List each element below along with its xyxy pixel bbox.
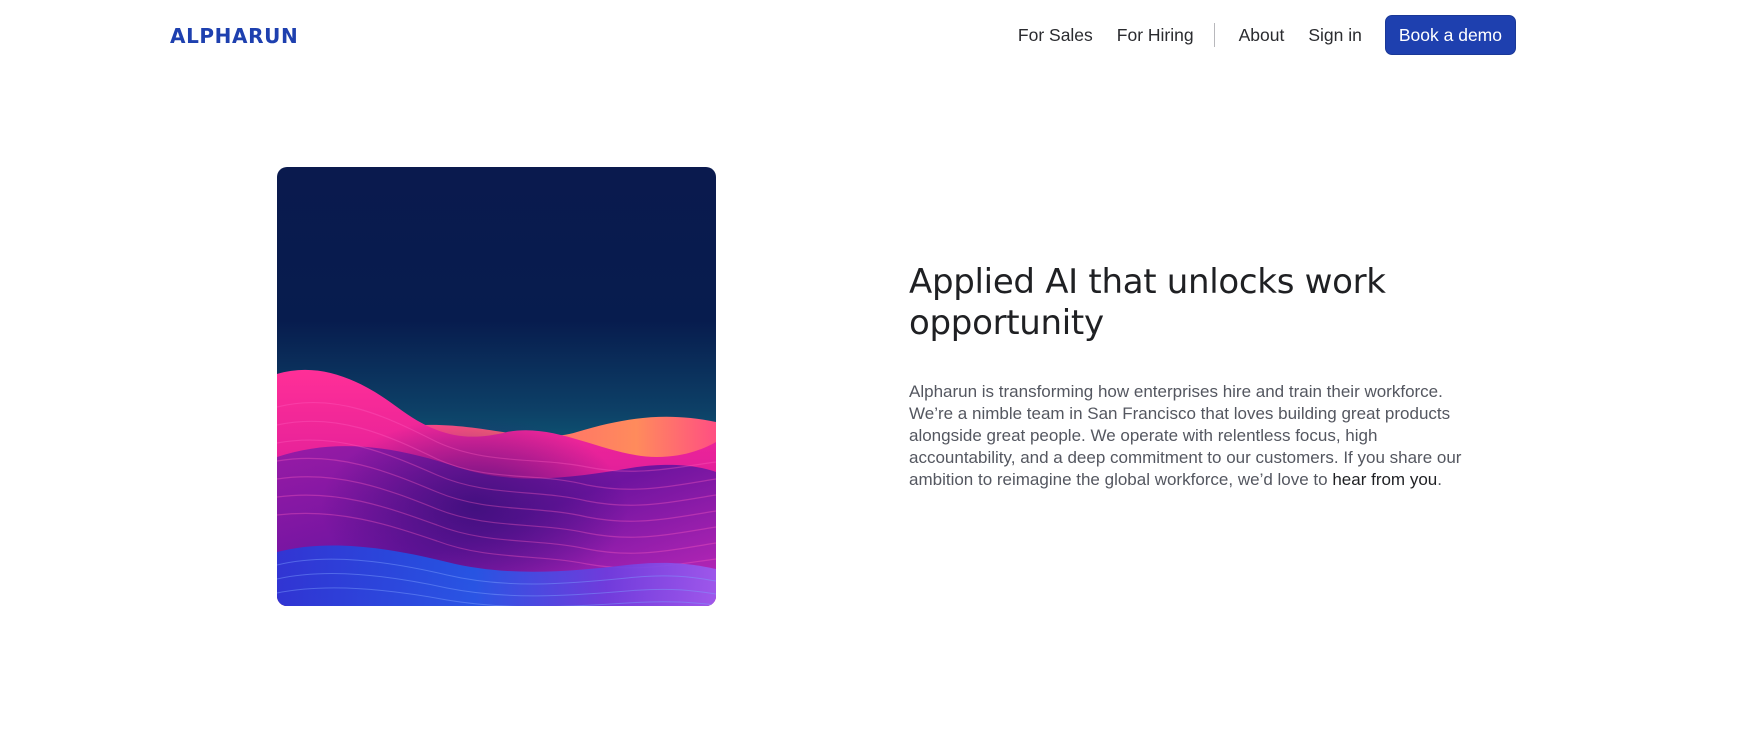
book-demo-button[interactable]: Book a demo (1384, 15, 1516, 55)
nav-link-for-hiring[interactable]: For Hiring (1117, 15, 1194, 55)
nav-divider (1213, 23, 1215, 47)
hero-content: Applied AI that unlocks work opportunity… (909, 262, 1474, 491)
nav-link-sign-in[interactable]: Sign in (1308, 15, 1362, 55)
hero-description-end: . (1437, 470, 1442, 489)
nav-link-about[interactable]: About (1239, 15, 1285, 55)
hero-description: Alpharun is transforming how enterprises… (909, 381, 1474, 491)
hero-headline: Applied AI that unlocks work opportunity (909, 262, 1386, 343)
abstract-wave-illustration (277, 167, 716, 606)
hero-image (277, 167, 716, 606)
nav-link-for-sales[interactable]: For Sales (1018, 15, 1093, 55)
logo[interactable]: ALPHARUN (170, 22, 298, 50)
top-navigation: For Sales For Hiring About Sign in Book … (1018, 15, 1516, 55)
hear-from-you-link[interactable]: hear from you (1332, 470, 1437, 489)
